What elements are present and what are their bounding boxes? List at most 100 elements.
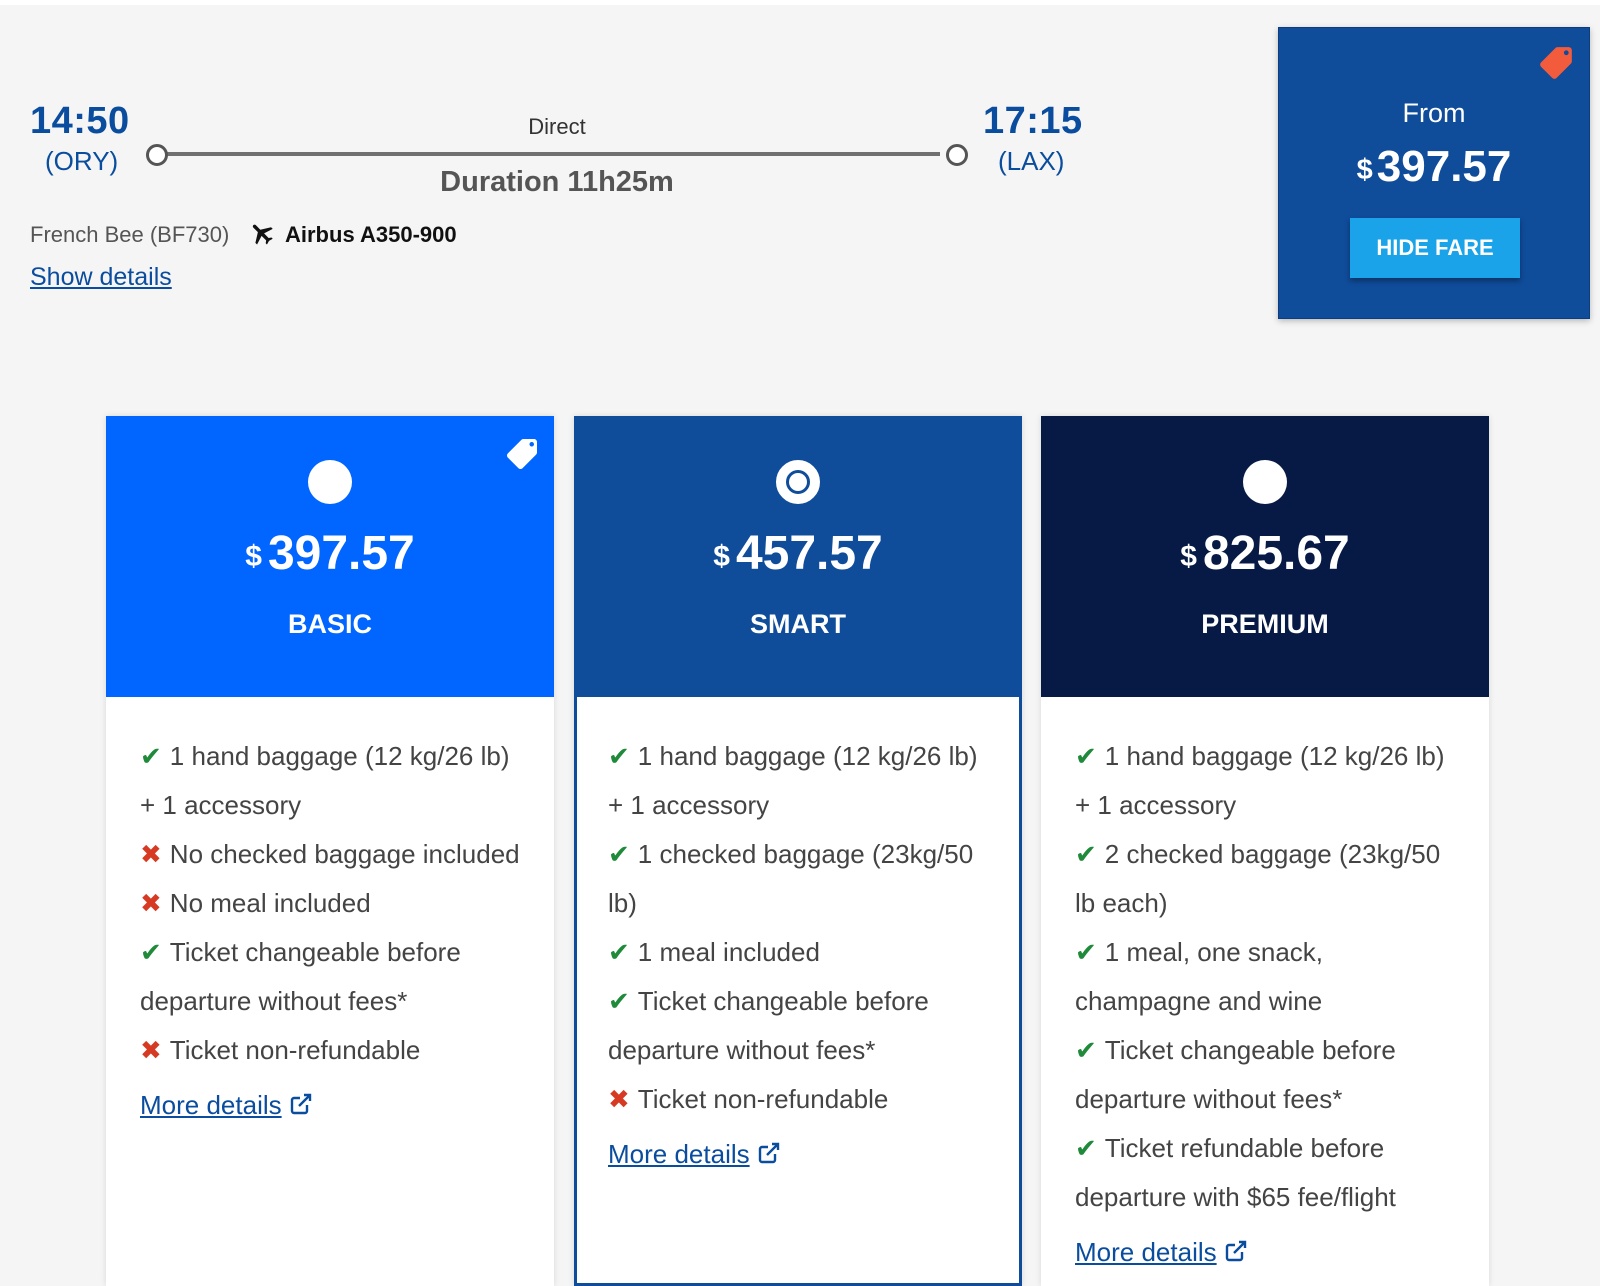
airline-flight-number: French Bee (BF730) [30, 222, 230, 247]
more-details-link[interactable]: More details [140, 1081, 314, 1130]
cross-icon: ✖ [140, 839, 162, 869]
check-icon: ✔ [608, 937, 630, 967]
from-currency: $ [1356, 154, 1373, 186]
feature-text: Ticket changeable before departure witho… [1075, 1035, 1396, 1114]
show-details-link[interactable]: Show details [30, 263, 172, 292]
fare-radio-basic[interactable] [308, 460, 352, 504]
from-price-box: From $397.57 HIDE FARE [1278, 27, 1590, 319]
fare-features: ✔ 1 hand baggage (12 kg/26 lb) + 1 access… [608, 732, 988, 1179]
feature-item: ✔ Ticket changeable before departure with… [140, 928, 520, 1026]
feature-item: ✔ 1 meal included [608, 928, 988, 977]
fare-name: PREMIUM [1201, 609, 1329, 639]
fare-amount: 457.57 [735, 527, 883, 580]
feature-item: ✔ 1 hand baggage (12 kg/26 lb) + 1 access… [140, 732, 520, 830]
fare-currency: $ [713, 540, 730, 573]
from-amount: 397.57 [1376, 142, 1512, 191]
departure-airport: (ORY) [45, 146, 119, 176]
more-details-link[interactable]: More details [608, 1130, 782, 1179]
feature-item: ✖ Ticket non-refundable [140, 1026, 520, 1075]
feature-item: ✔ 1 meal, one snack, champagne and wine [1075, 928, 1455, 1026]
fare-card-premium[interactable]: $825.67 PREMIUM ✔ 1 hand baggage (12 kg/2… [1041, 416, 1489, 1286]
fare-card-header: $457.57 SMART [574, 416, 1022, 697]
check-icon: ✔ [1075, 839, 1097, 869]
price-tag-icon [1540, 47, 1572, 79]
top-strip [0, 0, 1600, 5]
check-icon: ✔ [140, 741, 162, 771]
hide-fare-button[interactable]: HIDE FARE [1350, 218, 1520, 278]
route-start-dot [146, 144, 168, 166]
cross-icon: ✖ [140, 888, 162, 918]
stops-label: Direct [528, 114, 586, 139]
fare-radio-smart[interactable] [776, 460, 820, 504]
more-details-label: More details [1075, 1237, 1217, 1267]
price-tag-icon [507, 439, 537, 469]
fare-card-header: $397.57 BASIC [106, 416, 554, 697]
feature-item: ✖ No checked baggage included [140, 830, 520, 879]
cross-icon: ✖ [140, 1035, 162, 1065]
from-label: From [1402, 98, 1466, 128]
arrival-airport: (LAX) [998, 146, 1065, 176]
feature-text: 2 checked baggage (23kg/50 lb each) [1075, 839, 1441, 918]
route-line [160, 152, 940, 156]
more-details-link[interactable]: More details [1075, 1228, 1249, 1277]
feature-text: Ticket changeable before departure witho… [140, 937, 461, 1016]
fare-radio-premium[interactable] [1243, 460, 1287, 504]
feature-text: 1 checked baggage (23kg/50 lb) [608, 839, 974, 918]
fare-amount: 825.67 [1202, 527, 1350, 580]
fare-card-basic[interactable]: $397.57 BASIC ✔ 1 hand baggage (12 kg/26 … [106, 416, 554, 1286]
check-icon: ✔ [608, 741, 630, 771]
feature-text: Ticket non-refundable [637, 1084, 889, 1114]
more-details-label: More details [608, 1139, 750, 1169]
feature-item: ✔ 1 hand baggage (12 kg/26 lb) + 1 access… [1075, 732, 1455, 830]
feature-text: 1 meal included [637, 937, 820, 967]
flight-duration: Duration 11h25m [440, 166, 674, 198]
fare-name: SMART [750, 609, 846, 639]
check-icon: ✔ [1075, 1133, 1097, 1163]
fare-card-header: $825.67 PREMIUM [1041, 416, 1489, 697]
external-link-icon [290, 1093, 311, 1115]
fare-name: BASIC [287, 609, 372, 639]
fare-price: $397.57 [106, 526, 554, 581]
feature-text: 1 hand baggage (12 kg/26 lb) + 1 accesso… [608, 741, 978, 820]
external-link-icon [1225, 1240, 1246, 1262]
feature-item: ✔ 2 checked baggage (23kg/50 lb each) [1075, 830, 1455, 928]
more-details-row: More details [140, 1075, 520, 1130]
fare-card-smart[interactable]: $457.57 SMART ✔ 1 hand baggage (12 kg/26 … [574, 416, 1022, 1286]
feature-item: ✔ Ticket changeable before departure with… [1075, 1026, 1455, 1124]
feature-item: ✔ Ticket changeable before departure with… [608, 977, 988, 1075]
external-link-icon [758, 1142, 779, 1164]
route-end-dot [946, 144, 968, 166]
feature-text: Ticket changeable before departure witho… [608, 986, 929, 1065]
feature-item: ✔ 1 checked baggage (23kg/50 lb) [608, 830, 988, 928]
feature-text: Ticket refundable before departure with … [1075, 1133, 1396, 1212]
feature-item: ✖ No meal included [140, 879, 520, 928]
check-icon: ✔ [140, 937, 162, 967]
more-details-row: More details [608, 1124, 988, 1179]
fare-price: $457.57 [574, 526, 1022, 581]
feature-item: ✔ Ticket refundable before departure with… [1075, 1124, 1455, 1222]
check-icon: ✔ [1075, 1035, 1097, 1065]
more-details-label: More details [140, 1090, 282, 1120]
check-icon: ✔ [1075, 741, 1097, 771]
check-icon: ✔ [608, 839, 630, 869]
fare-currency: $ [1180, 540, 1197, 573]
arrival-time: 17:15 [983, 100, 1083, 142]
check-icon: ✔ [608, 986, 630, 1016]
feature-item: ✔ 1 hand baggage (12 kg/26 lb) + 1 access… [608, 732, 988, 830]
departure-time: 14:50 [30, 100, 130, 142]
feature-text: 1 meal, one snack, champagne and wine [1075, 937, 1324, 1016]
fare-price: $825.67 [1041, 526, 1489, 581]
fare-features: ✔ 1 hand baggage (12 kg/26 lb) + 1 access… [140, 732, 520, 1130]
plane-icon [252, 224, 273, 245]
feature-text: 1 hand baggage (12 kg/26 lb) + 1 accesso… [1075, 741, 1445, 820]
feature-text: No checked baggage included [169, 839, 520, 869]
more-details-row: More details [1075, 1222, 1455, 1277]
fare-amount: 397.57 [267, 527, 415, 580]
feature-text: No meal included [169, 888, 371, 918]
feature-text: Ticket non-refundable [169, 1035, 421, 1065]
feature-item: ✖ Ticket non-refundable [608, 1075, 988, 1124]
fare-features: ✔ 1 hand baggage (12 kg/26 lb) + 1 access… [1075, 732, 1455, 1277]
check-icon: ✔ [1075, 937, 1097, 967]
from-price: $397.57 [1279, 142, 1589, 192]
feature-text: 1 hand baggage (12 kg/26 lb) + 1 accesso… [140, 741, 510, 820]
